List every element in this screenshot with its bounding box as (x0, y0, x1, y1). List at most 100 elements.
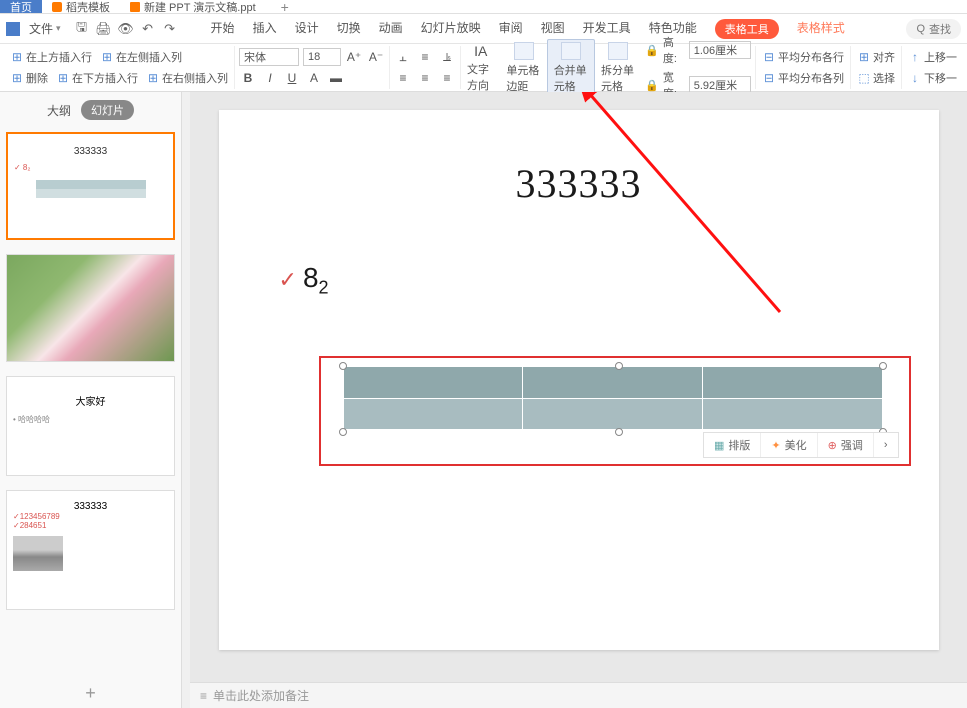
menu-slideshow[interactable]: 幻灯片放映 (421, 19, 481, 39)
insert-col-left[interactable]: ⊞在左侧插入列 (98, 48, 184, 66)
tab-outline[interactable]: 大纲 (47, 102, 71, 119)
align-right-icon[interactable]: ≡ (438, 69, 456, 87)
emphasis-icon: ⊕ (828, 439, 837, 452)
slide-thumb-1[interactable]: 333333 ✓ 8₂ (6, 132, 175, 240)
thumb-bullet: ✓ 8₂ (14, 163, 167, 172)
undo-icon[interactable]: ↶ (140, 21, 156, 37)
highlight-button[interactable]: ▬ (327, 69, 345, 87)
print-icon[interactable]: 🖨 (96, 21, 112, 37)
notes-placeholder: 单击此处添加备注 (213, 687, 309, 704)
star-icon: ✦ (771, 439, 780, 452)
slide-thumb-3[interactable]: 大家好 • 哈哈哈哈 (6, 376, 175, 476)
move-up[interactable]: ↑上移一 (906, 48, 959, 66)
italic-button[interactable]: I (261, 69, 279, 87)
slide-title[interactable]: 333333 (516, 160, 642, 207)
menu-insert[interactable]: 插入 (253, 19, 277, 39)
bold-button[interactable]: B (239, 69, 257, 87)
menu-design[interactable]: 设计 (295, 19, 319, 39)
scrollbar[interactable] (182, 92, 190, 708)
slide[interactable]: 333333 ✓82 ▦排版 (219, 110, 939, 650)
menu-table-style[interactable]: 表格样式 (797, 19, 845, 39)
distribute-cols[interactable]: ⊟平均分布各列 (760, 69, 846, 87)
lock-icon: 🔒 (645, 79, 659, 92)
distribute-rows[interactable]: ⊟平均分布各行 (760, 48, 846, 66)
resize-handle[interactable] (879, 362, 887, 370)
tab-home[interactable]: 首页 (0, 0, 42, 13)
notes-bar[interactable]: ≡ 单击此处添加备注 (190, 682, 967, 708)
doc-icon (130, 2, 140, 12)
resize-handle[interactable] (339, 428, 347, 436)
decrease-font-icon[interactable]: A⁻ (367, 48, 385, 66)
tab-template[interactable]: 稻壳模板 (42, 0, 120, 13)
document-tabs: 首页 稻壳模板 新建 PPT 演示文稿.ppt + (0, 0, 967, 14)
emphasis-button[interactable]: ⊕强调 (818, 433, 874, 457)
align-mid-icon[interactable]: ≡ (416, 48, 434, 66)
align-left-icon[interactable]: ≡ (394, 69, 412, 87)
layout-button[interactable]: ▦排版 (704, 433, 761, 457)
underline-button[interactable]: U (283, 69, 301, 87)
thumb-title: 大家好 (13, 393, 168, 408)
table-selection: ▦排版 ✦美化 ⊕强调 › (319, 356, 911, 466)
align-center-icon[interactable]: ≡ (416, 69, 434, 87)
align-top-icon[interactable]: ⫠ (394, 48, 412, 66)
redo-icon[interactable]: ↷ (162, 21, 178, 37)
thumb-title: 333333 (13, 501, 168, 512)
thumb-image (13, 536, 63, 571)
align-button[interactable]: ⊞对齐 (855, 48, 897, 66)
menu-file[interactable]: 文件▾ (23, 20, 67, 37)
tab-document[interactable]: 新建 PPT 演示文稿.ppt (120, 0, 266, 13)
resize-handle[interactable] (615, 428, 623, 436)
menu-devtools[interactable]: 开发工具 (583, 19, 631, 39)
text-direction-button[interactable]: IA 文字方向 (461, 41, 500, 95)
align-bot-icon[interactable]: ⫡ (438, 48, 456, 66)
canvas: 333333 ✓82 ▦排版 (190, 92, 967, 708)
align-icon: ⊞ (857, 50, 871, 64)
merge-cells-button[interactable]: 合并单元格 (547, 39, 595, 97)
add-slide-button[interactable]: + (0, 679, 181, 708)
ribbon: ⊞在上方插入行 ⊞在左侧插入列 ⊞删除 ⊞在下方插入行 ⊞在右侧插入列 宋体 1… (0, 44, 967, 92)
grid-icon: ⊞ (100, 50, 114, 64)
resize-handle[interactable] (615, 362, 623, 370)
more-button[interactable]: › (874, 433, 898, 457)
menu-bar: 文件▾ 🖫 🖨 👁 ↶ ↷ 开始 插入 设计 切换 动画 幻灯片放映 审阅 视图… (0, 14, 967, 44)
tab-slides[interactable]: 幻灯片 (81, 100, 134, 120)
select-button[interactable]: ⬚选择 (855, 69, 897, 87)
split-cells-button[interactable]: 拆分单元格 (595, 40, 641, 96)
menu-review[interactable]: 审阅 (499, 19, 523, 39)
menu-animation[interactable]: 动画 (379, 19, 403, 39)
font-color-button[interactable]: A (305, 69, 323, 87)
beautify-button[interactable]: ✦美化 (761, 433, 817, 457)
resize-handle[interactable] (339, 362, 347, 370)
thumb-bullet: • 哈哈哈哈 (13, 414, 168, 425)
slide-bullet[interactable]: ✓82 (279, 262, 329, 299)
font-size-select[interactable]: 18 (303, 48, 341, 66)
save-icon[interactable]: 🖫 (74, 21, 90, 37)
thumb-line: ✓123456789 (13, 512, 168, 521)
insert-col-right[interactable]: ⊞在右侧插入列 (144, 69, 230, 87)
tab-add[interactable]: + (281, 0, 289, 15)
search-box[interactable]: Q 查找 (906, 19, 961, 39)
grid-icon: ⊞ (10, 71, 24, 85)
insert-row-above[interactable]: ⊞在上方插入行 (8, 48, 94, 66)
down-icon: ↓ (908, 71, 922, 85)
cell-margin-button[interactable]: 单元格边距 (500, 40, 546, 96)
delete-button[interactable]: ⊞删除 (8, 69, 50, 87)
menu-start[interactable]: 开始 (211, 19, 235, 39)
slide-table[interactable] (343, 366, 883, 430)
thumb-title: 333333 (14, 146, 167, 157)
menu-transition[interactable]: 切换 (337, 19, 361, 39)
insert-row-below[interactable]: ⊞在下方插入行 (54, 69, 140, 87)
height-label: 高度: (663, 34, 685, 66)
check-icon: ✓ (279, 267, 297, 292)
height-input[interactable]: 1.06厘米 (689, 41, 751, 59)
preview-icon[interactable]: 👁 (118, 21, 134, 37)
slide-thumb-4[interactable]: 333333 ✓123456789 ✓284651 (6, 490, 175, 610)
grid-icon: ⊞ (146, 71, 160, 85)
slide-thumb-2[interactable] (6, 254, 175, 362)
increase-font-icon[interactable]: A⁺ (345, 48, 363, 66)
notes-icon: ≡ (200, 689, 207, 703)
move-down[interactable]: ↓下移一 (906, 69, 959, 87)
font-family-select[interactable]: 宋体 (239, 48, 299, 66)
flame-icon (52, 2, 62, 12)
menu-view[interactable]: 视图 (541, 19, 565, 39)
